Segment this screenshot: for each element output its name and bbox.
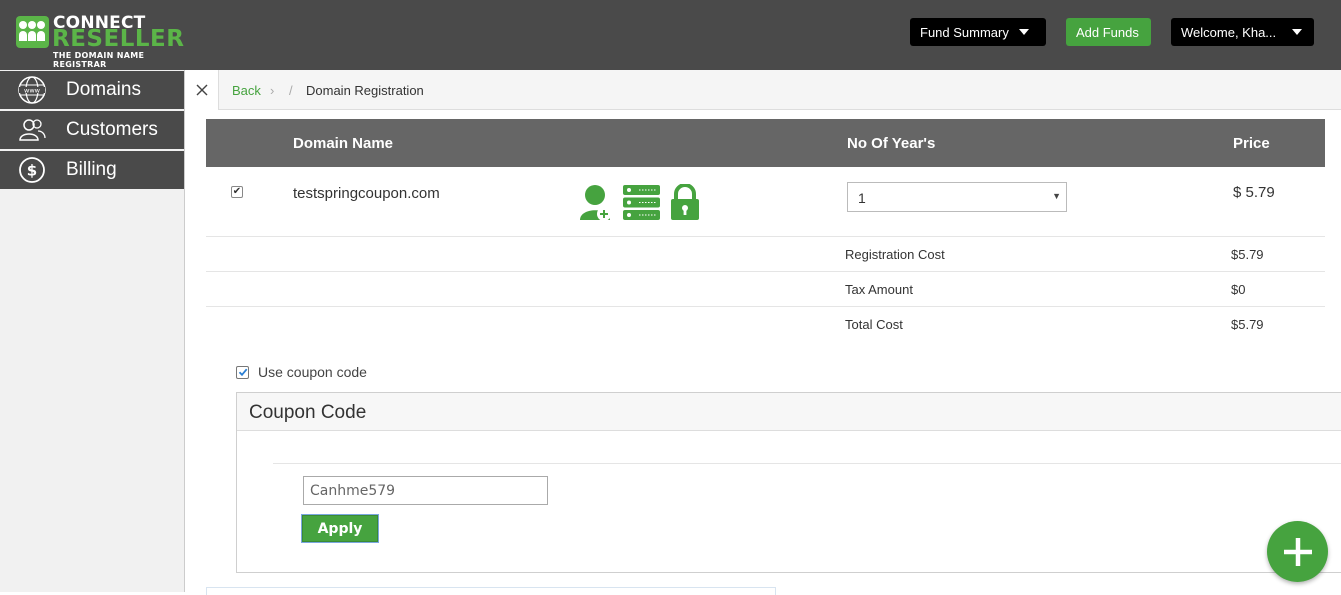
- summary-label: Registration Cost: [845, 247, 945, 262]
- server-icon[interactable]: [623, 185, 660, 220]
- dollar-circle-icon: $: [16, 154, 48, 186]
- breadcrumb-separator: ›: [270, 83, 275, 98]
- close-sidebar-button[interactable]: [185, 70, 219, 110]
- breadcrumb-back-link[interactable]: Back: [232, 83, 261, 98]
- sidebar-item-domains[interactable]: www Domains: [0, 71, 184, 109]
- summary-row-tax: Tax Amount $0: [206, 272, 1325, 307]
- sidebar-item-label: Billing: [66, 159, 117, 180]
- sidebar-item-label: Domains: [66, 79, 141, 100]
- years-select-value: 1: [858, 190, 866, 206]
- sidebar: www Domains Customers $ Billing: [0, 70, 185, 592]
- summary-row-registration: Registration Cost $5.79: [206, 237, 1325, 272]
- welcome-label: Welcome, Kha...: [1181, 24, 1277, 40]
- summary-label: Total Cost: [845, 317, 903, 332]
- add-funds-button[interactable]: Add Funds: [1066, 18, 1151, 46]
- apply-button[interactable]: Apply: [301, 514, 379, 543]
- domain-select-checkbox[interactable]: ✔: [231, 186, 243, 198]
- coupon-panel: Coupon Code Apply: [236, 392, 1341, 573]
- summary-value: $5.79: [1231, 247, 1264, 262]
- users-icon: [16, 114, 48, 146]
- bottom-panel-edge: [206, 587, 776, 595]
- breadcrumb-separator: /: [289, 83, 293, 98]
- use-coupon-checkbox[interactable]: [236, 365, 249, 379]
- column-header-price: Price: [1233, 135, 1270, 152]
- caret-down-icon: [1018, 29, 1029, 35]
- caret-down-icon: [1292, 29, 1303, 35]
- summary-label: Tax Amount: [845, 282, 913, 297]
- divider: [273, 463, 1341, 464]
- svg-text:$: $: [27, 162, 37, 180]
- table-row: ✔ testspringcoupon.com 1 ▼ $ 5.79: [206, 167, 1325, 237]
- coupon-code-input[interactable]: [303, 476, 548, 505]
- add-contact-icon[interactable]: [580, 184, 612, 222]
- logo-people-icon: [16, 16, 49, 48]
- sidebar-item-customers[interactable]: Customers: [0, 111, 184, 149]
- fund-summary-dropdown[interactable]: Fund Summary: [910, 18, 1046, 46]
- add-funds-label: Add Funds: [1076, 24, 1139, 40]
- use-coupon-option[interactable]: Use coupon code: [236, 364, 367, 380]
- use-coupon-label: Use coupon code: [258, 364, 367, 380]
- summary-row-total: Total Cost $5.79: [206, 307, 1325, 342]
- column-header-years: No Of Year's: [847, 135, 936, 152]
- summary-value: $0: [1231, 282, 1246, 297]
- fund-summary-label: Fund Summary: [920, 24, 1009, 40]
- logo-tagline: THE DOMAIN NAME REGISTRAR: [53, 51, 145, 69]
- close-icon: [196, 84, 207, 96]
- checkmark-icon: [238, 368, 247, 377]
- breadcrumb: Back › / Domain Registration: [185, 70, 1341, 110]
- years-select[interactable]: 1 ▼: [847, 182, 1067, 212]
- top-header: CONNECT RESELLER THE DOMAIN NAME REGISTR…: [0, 0, 1341, 70]
- breadcrumb-current: Domain Registration: [306, 83, 424, 98]
- globe-www-icon: www: [16, 74, 48, 106]
- domain-table-header: Domain Name No Of Year's Price: [206, 119, 1325, 167]
- svg-text:www: www: [24, 87, 41, 95]
- domain-name: testspringcoupon.com: [293, 185, 440, 202]
- add-fab-button[interactable]: [1267, 521, 1328, 582]
- caret-down-icon: ▼: [1052, 191, 1061, 201]
- plus-icon: [1283, 537, 1312, 566]
- user-menu-dropdown[interactable]: Welcome, Kha...: [1171, 18, 1314, 46]
- summary-value: $5.79: [1231, 317, 1264, 332]
- domain-price: $ 5.79: [1233, 184, 1275, 201]
- sidebar-item-label: Customers: [66, 119, 158, 140]
- sidebar-item-billing[interactable]: $ Billing: [0, 151, 184, 189]
- coupon-panel-title: Coupon Code: [237, 393, 1341, 431]
- lock-icon[interactable]: [670, 183, 700, 220]
- connect-reseller-logo[interactable]: CONNECT RESELLER THE DOMAIN NAME REGISTR…: [16, 13, 186, 69]
- logo-text-reseller: RESELLER: [52, 26, 185, 52]
- column-header-domain: Domain Name: [293, 135, 394, 152]
